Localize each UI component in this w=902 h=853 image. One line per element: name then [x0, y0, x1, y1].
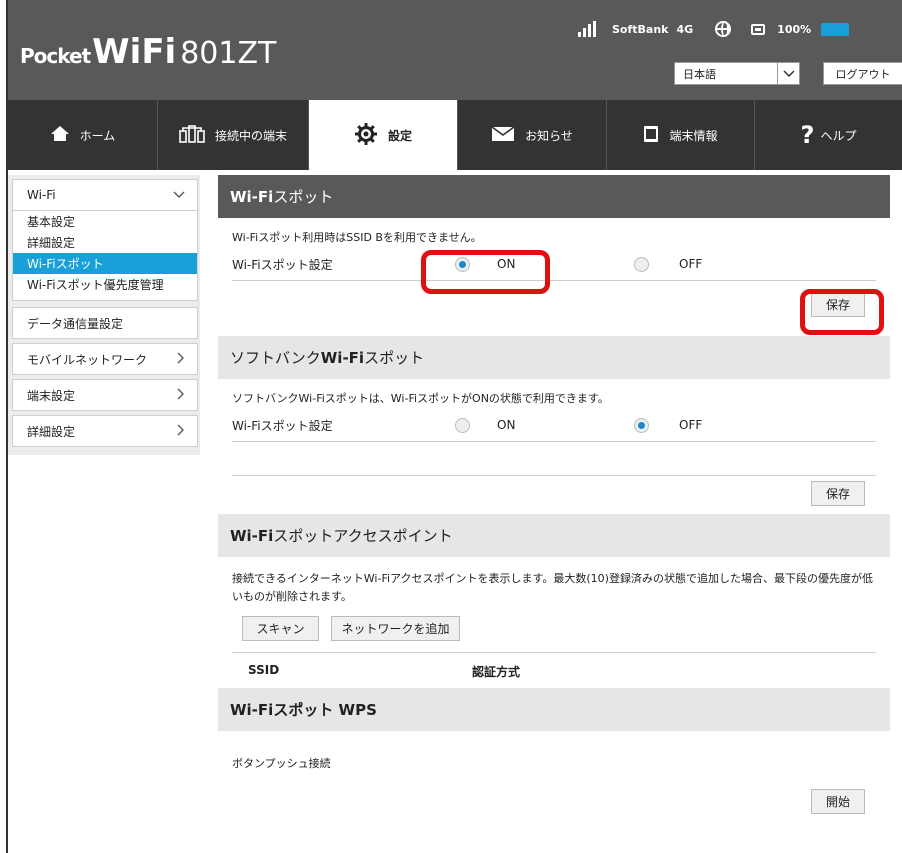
wifi-spot-off-radio[interactable]	[634, 256, 649, 272]
main-content: Wi-Fi スポット Wi-Fiスポット利用時はSSID Bを利用できません。 W…	[218, 175, 890, 831]
wifi-spot-setting-label: Wi-Fiスポット設定	[232, 257, 333, 272]
sidebar-item-label: 端末設定	[27, 388, 76, 403]
col-ssid: SSID	[248, 663, 280, 677]
home-icon	[50, 125, 70, 145]
gear-icon	[354, 122, 378, 149]
sidebar-item-wifi-spot-priority[interactable]: Wi-Fiスポット優先度管理	[13, 274, 197, 295]
section-title-wps: Wi-Fi スポット WPS	[218, 688, 890, 731]
wifi-spot-actions: 保存	[218, 281, 890, 336]
signal-icon	[578, 21, 598, 37]
status-bar: SoftBank 4G 100%	[578, 19, 850, 39]
softbank-setting-row: Wi-Fiスポット設定 ON OFF	[232, 409, 876, 442]
title-rest: スポット WPS	[273, 701, 377, 719]
softbank-setting-label: Wi-Fiスポット設定	[232, 418, 333, 433]
softbank-off-radio[interactable]	[634, 417, 649, 433]
title-bold: Wi-Fi	[230, 700, 274, 719]
wps-desc: ボタンプッシュ接続	[232, 757, 331, 770]
chevron-down-icon	[173, 188, 185, 202]
section-title-access-points: Wi-Fi スポットアクセスポイント	[218, 514, 890, 557]
tab-help-label: ヘルプ	[820, 128, 857, 143]
battery-bar	[821, 22, 850, 36]
sidebar-item-wifi-spot[interactable]: Wi-Fiスポット	[13, 253, 197, 274]
wps-actions: 開始	[218, 771, 890, 831]
col-auth: 認証方式	[472, 665, 521, 679]
language-select[interactable]: 日本語	[674, 62, 800, 85]
highlight-save-button	[800, 289, 884, 335]
language-value: 日本語	[683, 67, 716, 81]
tab-device-info-label: 端末情報	[669, 128, 718, 143]
tab-news-label: お知らせ	[525, 128, 573, 143]
logo-model: 801ZT	[180, 36, 277, 71]
wifi-spot-off-label: OFF	[679, 257, 703, 271]
tab-news[interactable]: お知らせ	[458, 100, 607, 170]
title-bold: Wi-Fi	[320, 348, 365, 367]
tab-home[interactable]: ホーム	[8, 100, 158, 170]
brand-logo: PocketWiFi 801ZT	[20, 32, 276, 72]
help-icon: ?	[800, 121, 815, 149]
battery-label: 100%	[777, 22, 812, 36]
sidebar-group-wifi: Wi-Fi 基本設定 詳細設定 Wi-Fiスポット Wi-Fiスポット優先度管理	[12, 179, 198, 301]
globe-icon	[715, 21, 732, 37]
tab-settings[interactable]: 設定	[309, 100, 458, 170]
softbank-save-button[interactable]: 保存	[811, 481, 865, 506]
battery-icon	[751, 23, 766, 35]
softbank-actions: 保存	[218, 476, 890, 514]
section-title-softbank-wifi-spot: ソフトバンク Wi-Fi スポット	[218, 336, 890, 379]
softbank-spacer-row	[232, 442, 876, 476]
access-points-desc: 接続できるインターネットWi-Fiアクセスポイントを表示します。最大数(10)登…	[232, 572, 873, 603]
tab-help[interactable]: ? ヘルプ	[755, 100, 902, 170]
logo-wifi: WiFi	[92, 32, 177, 72]
sidebar-item-device-settings[interactable]: 端末設定	[12, 379, 198, 411]
sidebar: Wi-Fi 基本設定 詳細設定 Wi-Fiスポット Wi-Fiスポット優先度管理…	[8, 175, 200, 455]
title-pre: ソフトバンク	[230, 349, 321, 367]
title-rest: スポット	[273, 188, 334, 206]
header: PocketWiFi 801ZT SoftBank 4G 100% 日本語 ログア…	[8, 0, 902, 100]
sidebar-item-wifi[interactable]: Wi-Fi	[13, 180, 197, 210]
softbank-on-label: ON	[497, 418, 516, 432]
sidebar-item-label: モバイルネットワーク	[27, 352, 148, 367]
chevron-right-icon	[177, 424, 185, 439]
section-title-wifi-spot: Wi-Fi スポット	[218, 175, 890, 218]
softbank-desc: ソフトバンクWi-Fiスポットは、Wi-FiスポットがONの状態で利用できます。	[232, 392, 609, 405]
access-points-actions: スキャン ネットワークを追加	[218, 612, 890, 652]
tab-devices[interactable]: 接続中の端末	[158, 100, 309, 170]
chevron-down-icon	[777, 63, 799, 84]
title-bold: Wi-Fi	[230, 526, 274, 545]
chevron-right-icon	[177, 388, 185, 403]
sidebar-item-basic[interactable]: 基本設定	[13, 211, 197, 232]
access-points-table-header: SSID 認証方式	[232, 652, 876, 684]
sidebar-item-label: 詳細設定	[27, 424, 76, 439]
wifi-spot-setting-row: Wi-Fiスポット設定 ON OFF	[232, 248, 876, 281]
sidebar-item-advanced[interactable]: 詳細設定	[13, 232, 197, 253]
tab-device-info[interactable]: 端末情報	[607, 100, 755, 170]
sidebar-item-data-usage[interactable]: データ通信量設定	[12, 307, 198, 339]
tab-devices-label: 接続中の端末	[214, 128, 287, 143]
highlight-on-option	[421, 250, 550, 294]
add-network-button[interactable]: ネットワークを追加	[331, 616, 460, 641]
softbank-on-radio[interactable]	[455, 417, 470, 433]
wps-start-button[interactable]: 開始	[811, 789, 865, 814]
network-label: 4G	[676, 22, 694, 36]
sidebar-item-label: データ通信量設定	[27, 316, 124, 331]
logo-pocket: Pocket	[20, 44, 91, 68]
wifi-spot-desc: Wi-Fiスポット利用時はSSID Bを利用できません。	[232, 231, 482, 244]
info-icon	[643, 125, 659, 146]
softbank-off-label: OFF	[679, 418, 703, 432]
title-rest: スポットアクセスポイント	[273, 527, 453, 545]
sidebar-item-advanced-settings[interactable]: 詳細設定	[12, 415, 198, 447]
sidebar-item-label: Wi-Fi	[27, 188, 56, 202]
sidebar-item-mobile-network[interactable]: モバイルネットワーク	[12, 343, 198, 375]
mail-icon	[491, 125, 515, 145]
chevron-right-icon	[177, 352, 185, 367]
title-rest: スポット	[364, 349, 425, 367]
main-nav: ホーム 接続中の端末 設定 お知らせ 端末情報 ? ヘルプ	[8, 100, 902, 170]
scan-button[interactable]: スキャン	[242, 616, 319, 641]
logout-button[interactable]: ログアウト	[823, 62, 902, 85]
title-bold: Wi-Fi	[230, 187, 274, 206]
devices-icon	[179, 124, 205, 146]
carrier-label: SoftBank	[612, 22, 669, 36]
tab-home-label: ホーム	[79, 128, 116, 143]
tab-settings-label: 設定	[387, 128, 412, 143]
